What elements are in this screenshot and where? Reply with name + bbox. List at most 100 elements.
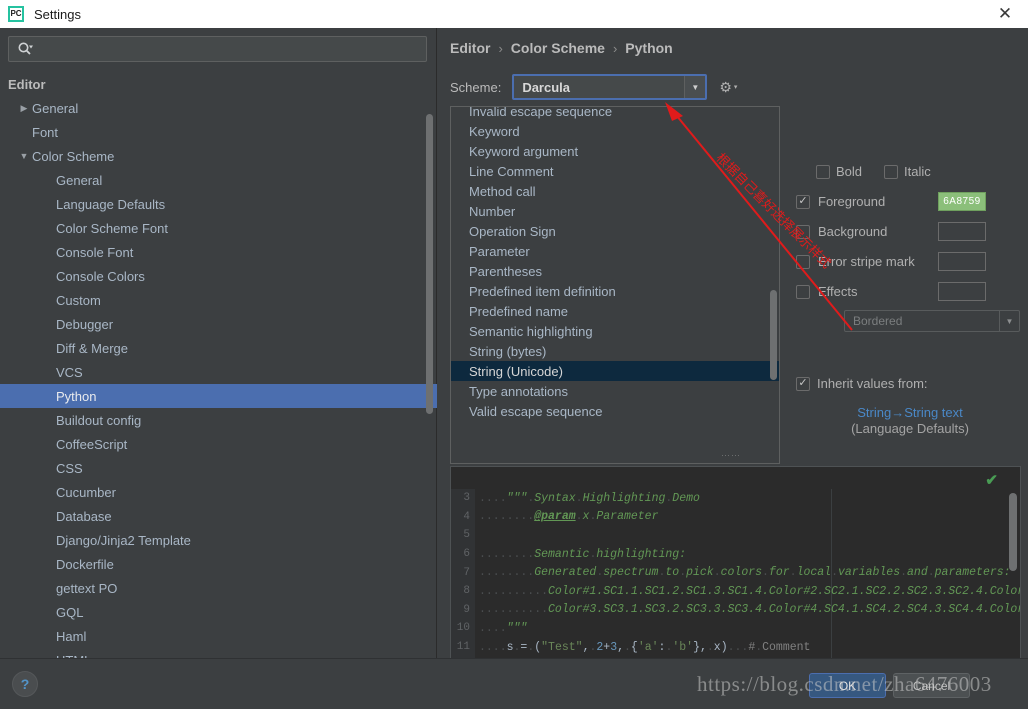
attribute-editor-panel: Bold Italic Foreground 6A8759 Background	[796, 106, 1021, 346]
breadcrumb-item[interactable]: Python	[625, 40, 672, 56]
color-attribute-item[interactable]: Invalid escape sequence	[451, 107, 779, 121]
effects-checkbox-row[interactable]: Effects	[796, 284, 938, 299]
sidebar-item-cucumber[interactable]: Cucumber	[0, 480, 437, 504]
search-input[interactable]	[39, 42, 426, 56]
background-color-swatch[interactable]	[938, 222, 986, 241]
error-stripe-color-swatch[interactable]	[938, 252, 986, 271]
sidebar-item-coffeescript[interactable]: CoffeeScript	[0, 432, 437, 456]
sidebar-item-buildout-config[interactable]: Buildout config	[0, 408, 437, 432]
inherit-checkbox-row[interactable]: Inherit values from:	[796, 376, 928, 391]
code-line: 7 ........Generated.spectrum.to.pick.colo…	[451, 563, 1020, 582]
sidebar-item-gettext-po[interactable]: gettext PO	[0, 576, 437, 600]
color-attribute-item[interactable]: Method call	[451, 181, 779, 201]
sidebar-item-language-defaults[interactable]: Language Defaults	[0, 192, 437, 216]
foreground-checkbox-row[interactable]: Foreground	[796, 194, 938, 209]
sidebar-scrollbar[interactable]	[426, 114, 433, 414]
color-attribute-item[interactable]: Number	[451, 201, 779, 221]
color-attribute-item[interactable]: Predefined item definition	[451, 281, 779, 301]
bold-label: Bold	[836, 164, 863, 179]
sidebar-item-dockerfile[interactable]: Dockerfile	[0, 552, 437, 576]
sidebar-item-css[interactable]: CSS	[0, 456, 437, 480]
chevron-down-icon[interactable]: ▼	[684, 76, 706, 98]
search-box[interactable]	[8, 36, 427, 62]
splitter-handle[interactable]: ⋯⋯	[721, 450, 741, 461]
italic-checkbox[interactable]	[884, 164, 899, 179]
color-attribute-item[interactable]: Parameter	[451, 241, 779, 261]
scheme-combobox[interactable]: Darcula ▼	[512, 74, 708, 100]
sidebar-item-diff-merge[interactable]: Diff & Merge	[0, 336, 437, 360]
chevron-right-icon[interactable]: ▶	[16, 103, 32, 114]
code-token: ........	[479, 510, 535, 524]
settings-tree[interactable]: Editor ▶ General Font ▼ Color Scheme General La…	[0, 72, 437, 658]
color-attribute-item[interactable]: Type annotations	[451, 381, 779, 401]
sidebar-item-color-scheme[interactable]: ▼ Color Scheme	[0, 144, 437, 168]
chevron-down-icon[interactable]: ▼	[16, 151, 32, 161]
breadcrumb-item[interactable]: Color Scheme	[511, 40, 605, 56]
sidebar-item-haml[interactable]: Haml	[0, 624, 437, 648]
sidebar-item-label: General	[32, 100, 79, 116]
breadcrumb-separator: ›	[498, 40, 503, 56]
code-token: ....	[479, 621, 507, 635]
sidebar-item-console-font[interactable]: Console Font	[0, 240, 437, 264]
sidebar-item-label: Custom	[56, 292, 101, 308]
color-attribute-item[interactable]: String (bytes)	[451, 341, 779, 361]
chevron-down-icon[interactable]: ▼	[999, 311, 1019, 331]
code-token: spectrum	[603, 566, 659, 580]
inherit-checkbox[interactable]	[796, 376, 810, 391]
color-attribute-item[interactable]: Valid escape sequence	[451, 401, 779, 421]
code-preview[interactable]: 3 ....""".Syntax.Highlighting.Demo 4......…	[450, 466, 1021, 678]
sidebar-item-vcs[interactable]: VCS	[0, 360, 437, 384]
sidebar-item-color-scheme-font[interactable]: Color Scheme Font	[0, 216, 437, 240]
code-token: pick	[686, 566, 714, 580]
sidebar-item-custom[interactable]: Custom	[0, 288, 437, 312]
code-token: Syntax	[534, 491, 576, 505]
sidebar-item-label: General	[56, 172, 103, 188]
scheme-settings-button[interactable]: ⚙ ▾	[719, 79, 737, 96]
color-attribute-item[interactable]: Operation Sign	[451, 221, 779, 241]
bold-checkbox-row[interactable]: Bold	[816, 164, 862, 179]
sidebar-item-gql[interactable]: GQL	[0, 600, 437, 624]
foreground-checkbox[interactable]	[796, 194, 810, 209]
code-token: for	[768, 566, 790, 580]
breadcrumb-item[interactable]: Editor	[450, 40, 490, 56]
color-attribute-item[interactable]: Keyword	[451, 121, 779, 141]
code-text: ....s.=.("Test",.2+3,.{'a':.'b'},.x)...#…	[475, 641, 810, 654]
sidebar-item-label: Language Defaults	[56, 196, 166, 212]
sidebar-item-label: Diff & Merge	[56, 340, 129, 356]
effects-checkbox[interactable]	[796, 284, 810, 299]
sidebar-item-general[interactable]: ▶ General	[0, 96, 437, 120]
close-icon[interactable]: ✕	[982, 0, 1028, 28]
code-text: ....""".Syntax.Highlighting.Demo	[475, 492, 700, 505]
sidebar-item-font[interactable]: Font	[0, 120, 437, 144]
sidebar-item-html[interactable]: HTML	[0, 648, 437, 659]
foreground-color-swatch[interactable]: 6A8759	[938, 192, 986, 211]
sidebar-item-general[interactable]: General	[0, 168, 437, 192]
color-attribute-item[interactable]: Predefined name	[451, 301, 779, 321]
sidebar-item-label: Haml	[56, 628, 87, 644]
color-attribute-item[interactable]: Semantic highlighting	[451, 321, 779, 341]
italic-checkbox-row[interactable]: Italic	[884, 164, 931, 179]
preview-scrollbar[interactable]	[1009, 493, 1017, 571]
sidebar-item-console-colors[interactable]: Console Colors	[0, 264, 437, 288]
sidebar-item-python[interactable]: Python	[0, 384, 437, 408]
effects-type-combobox[interactable]: Bordered ▼	[844, 310, 1020, 332]
code-token: ........	[479, 566, 535, 580]
sidebar-item-database[interactable]: Database	[0, 504, 437, 528]
code-token: parameters:	[934, 566, 1011, 580]
sidebar-item-label: Font	[32, 124, 59, 140]
inspection-ok-icon[interactable]: ✔	[985, 471, 998, 489]
help-button[interactable]: ?	[12, 671, 38, 697]
color-attribute-item[interactable]: Parentheses	[451, 261, 779, 281]
background-checkbox-row[interactable]: Background	[796, 224, 938, 239]
sidebar-item-django-jinja2-template[interactable]: Django/Jinja2 Template	[0, 528, 437, 552]
sidebar-item-debugger[interactable]: Debugger	[0, 312, 437, 336]
attributes-list-scrollbar[interactable]	[770, 290, 777, 380]
sidebar-item-editor[interactable]: Editor	[0, 72, 437, 96]
bold-checkbox[interactable]	[816, 164, 830, 179]
sidebar-item-label: Color Scheme	[32, 148, 115, 164]
color-attribute-item[interactable]: String (Unicode)	[451, 361, 779, 381]
scheme-value: Darcula	[522, 79, 571, 95]
sidebar-item-label: CSS	[56, 460, 83, 476]
effects-color-swatch[interactable]	[938, 282, 986, 301]
inherit-source-link[interactable]: String→String text	[796, 405, 1024, 420]
